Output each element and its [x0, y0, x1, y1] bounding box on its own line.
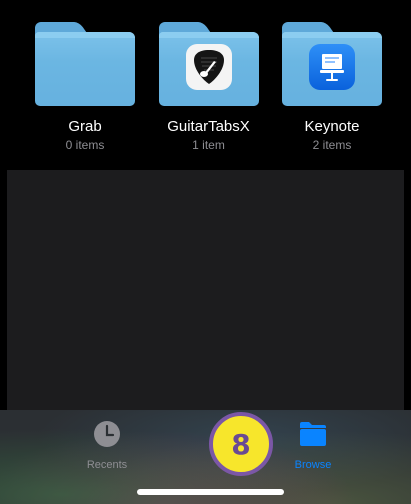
folder-grab[interactable]: Grab 0 items [33, 22, 137, 152]
folder-grid: Grab 0 items GuitarTabsX 1 item Keynote … [0, 22, 411, 152]
home-indicator[interactable] [137, 489, 284, 495]
folder-name: Grab [68, 118, 102, 135]
folder-icon [282, 22, 382, 106]
folder-icon [35, 22, 135, 106]
clock-icon [93, 420, 121, 453]
empty-content-area [7, 170, 404, 410]
folder-item-count: 0 items [65, 138, 105, 152]
folder-name: GuitarTabsX [167, 118, 250, 135]
folder-item-count: 2 items [312, 138, 352, 152]
step-number-badge: 8 [209, 412, 273, 476]
top-area: Grab 0 items GuitarTabsX 1 item Keynote … [0, 0, 411, 170]
tab-browse[interactable]: Browse [273, 420, 353, 471]
guitar-pick-icon [185, 44, 232, 90]
folder-icon [158, 22, 259, 106]
tab-label: Browse [294, 459, 332, 471]
folder-icon [298, 420, 328, 453]
keynote-icon [309, 44, 355, 90]
folder-keynote[interactable]: Keynote 2 items [280, 22, 384, 152]
folder-guitartabsx[interactable]: GuitarTabsX 1 item [157, 22, 261, 152]
tab-label: Recents [86, 459, 128, 471]
folder-item-count: 1 item [192, 138, 225, 152]
tab-recents[interactable]: Recents [67, 420, 147, 471]
folder-name: Keynote [304, 118, 360, 135]
